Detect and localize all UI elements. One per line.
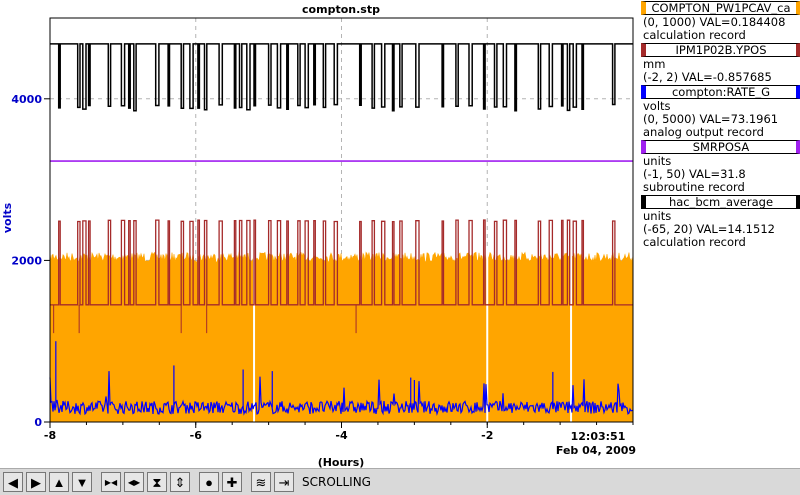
- y-axis-label: volts: [1, 202, 14, 233]
- scroll-to-end-button[interactable]: ⇥: [274, 472, 294, 492]
- legend-record-type: analog output record: [643, 125, 764, 139]
- legend-record-type: calculation record: [643, 235, 746, 249]
- zoom-in-button[interactable]: ✚: [222, 472, 242, 492]
- legend-record-type: calculation record: [643, 28, 746, 42]
- series-COMPTON_PW1PCAV_ca: [49, 248, 634, 423]
- zoom-reset-button[interactable]: ●: [199, 472, 219, 492]
- end-date-label: Feb 04, 2009: [556, 444, 636, 457]
- legend-item-IPM1P02B.YPOS[interactable]: IPM1P02B.YPOS: [641, 43, 800, 57]
- x-tick-label: -8: [44, 429, 56, 442]
- expand-vertical-button[interactable]: ⇕: [170, 472, 190, 492]
- legend-item-compton:RATE_G[interactable]: compton:RATE_G: [641, 85, 800, 99]
- legend: COMPTON_PW1PCAV_ca (0, 1000) VAL=0.184408…: [638, 0, 800, 249]
- x-axis-label: (Hours): [318, 456, 365, 468]
- x-tick-label: -6: [190, 429, 203, 442]
- y-tick-label: 0: [34, 416, 42, 429]
- chart: -8 -6 -4 -2 0 2000 4000 compton.stp volts (Hou…: [1, 3, 636, 468]
- chart-title: compton.stp: [302, 3, 380, 16]
- legend-item-hac_bcm_average[interactable]: hac_bcm_average: [641, 195, 800, 209]
- right-arrow-button[interactable]: ▶: [26, 472, 46, 492]
- x-tick-label: -4: [335, 429, 348, 442]
- y-tick-label: 4000: [11, 93, 42, 106]
- legend-item-COMPTON_PW1PCAV_ca[interactable]: COMPTON_PW1PCAV_ca: [641, 1, 800, 15]
- scrolling-status: SCROLLING: [302, 475, 371, 489]
- toolbar: ◀ ▶ ▲ ▼ ▶◀ ◀▶ ⧗ ⇕ ● ✚ ≋ ⇥ SCROLLING: [0, 468, 800, 495]
- legend-range-value: (-2, 2) VAL=-0.857685: [643, 70, 772, 84]
- legend-item-SMRPOSA[interactable]: SMRPOSA: [641, 140, 800, 154]
- y-tick-label: 2000: [11, 254, 42, 267]
- x-tick-label: -2: [481, 429, 493, 442]
- expand-horizontal-button[interactable]: ◀▶: [124, 472, 144, 492]
- autoscale-button[interactable]: ≋: [251, 472, 271, 492]
- compress-vertical-button[interactable]: ⧗: [147, 472, 167, 492]
- compress-horizontal-button[interactable]: ▶◀: [101, 472, 121, 492]
- down-arrow-button[interactable]: ▼: [72, 472, 92, 492]
- end-time-label: 12:03:51: [571, 430, 626, 443]
- orange-band: [49, 251, 634, 423]
- legend-record-type: subroutine record: [643, 180, 745, 194]
- left-arrow-button[interactable]: ◀: [3, 472, 23, 492]
- up-arrow-button[interactable]: ▲: [49, 472, 69, 492]
